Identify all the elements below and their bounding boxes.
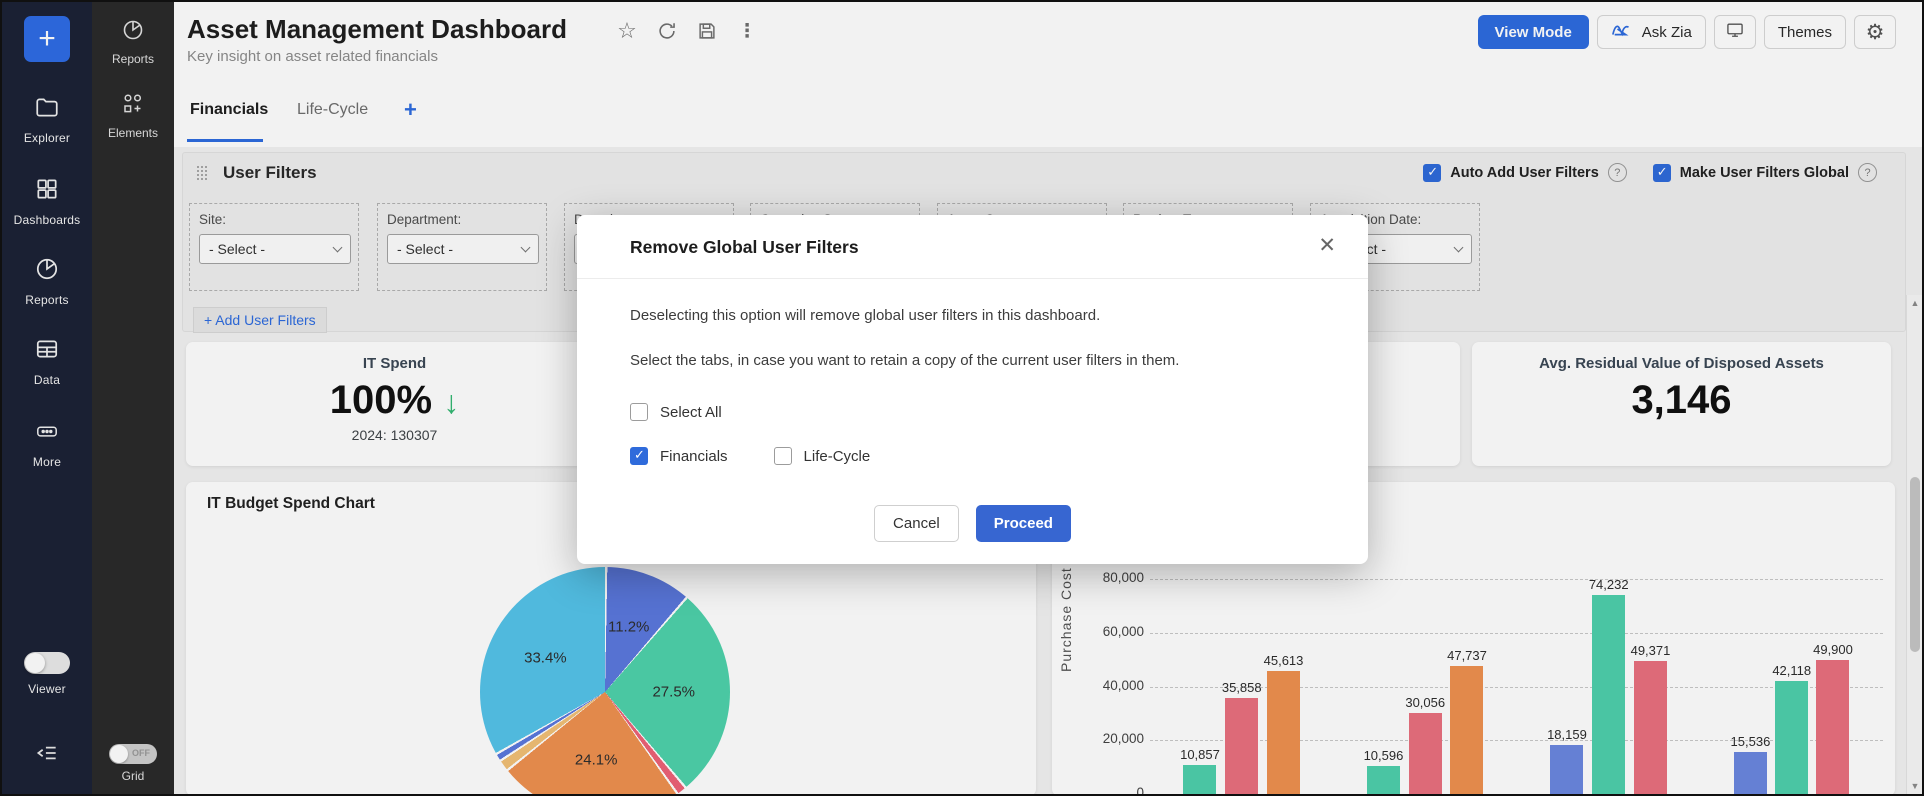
modal-buttons: Cancel Proceed — [577, 505, 1368, 542]
modal-description-line2: Select the tabs, in case you want to ret… — [630, 352, 1179, 369]
app-window: + Explorer Dashboards Reports Data More … — [0, 0, 1924, 796]
select-all-option: Select All — [630, 403, 722, 421]
remove-global-filters-modal: Remove Global User Filters ✕ Deselecting… — [577, 215, 1368, 564]
select-all-checkbox[interactable] — [630, 403, 648, 421]
modal-description-line1: Deselecting this option will remove glob… — [630, 307, 1100, 324]
financials-checkbox-label: Financials — [660, 448, 728, 465]
life-cycle-checkbox[interactable] — [774, 447, 792, 465]
financials-checkbox[interactable] — [630, 447, 648, 465]
tab-checkbox-row: Financials Life-Cycle — [630, 447, 870, 465]
select-all-label: Select All — [660, 404, 722, 421]
modal-divider — [577, 278, 1368, 279]
life-cycle-checkbox-label: Life-Cycle — [804, 448, 871, 465]
close-icon[interactable]: ✕ — [1318, 233, 1336, 258]
proceed-button[interactable]: Proceed — [976, 505, 1071, 542]
cancel-button[interactable]: Cancel — [874, 505, 959, 542]
gridline — [1150, 794, 1883, 795]
modal-title: Remove Global User Filters — [630, 237, 859, 258]
